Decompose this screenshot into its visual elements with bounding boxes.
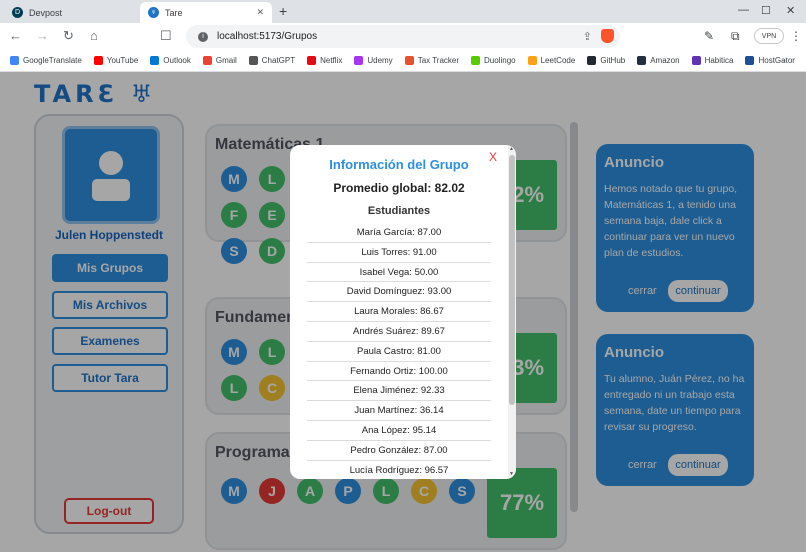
- modal-scroll-thumb[interactable]: [509, 155, 515, 405]
- student-row: Lucía Rodríguez: 96.57: [307, 461, 491, 479]
- student-row: Laura Morales: 86.67: [307, 302, 491, 322]
- bookmark-icon[interactable]: ☐: [160, 28, 172, 44]
- bookmark-item[interactable]: HostGator: [745, 56, 795, 65]
- bookmark-item[interactable]: Udemy: [354, 56, 393, 65]
- minimize-button[interactable]: —: [738, 4, 749, 16]
- share-icon[interactable]: ⇪: [583, 30, 592, 43]
- bookmark-label: Udemy: [367, 56, 393, 65]
- bookmark-label: Duolingo: [484, 56, 516, 65]
- bookmark-favicon-icon: [248, 56, 258, 65]
- bookmark-favicon-icon: [10, 56, 19, 65]
- address-bar[interactable]: i localhost:5173/Grupos ⇪: [186, 25, 620, 48]
- bookmark-favicon-icon: [93, 56, 103, 65]
- address-text: localhost:5173/Grupos: [217, 31, 318, 42]
- devpost-icon: D: [12, 7, 23, 18]
- student-row: Isabel Vega: 50.00: [307, 263, 491, 283]
- student-row: Andrés Suárez: 89.67: [307, 322, 491, 342]
- bookmarks-more-icon[interactable]: ›: [783, 55, 786, 66]
- group-info-modal: X Información del Grupo Promedio global:…: [290, 145, 516, 479]
- modal-title: Información del Grupo: [329, 157, 469, 172]
- bookmark-favicon-icon: [637, 56, 647, 65]
- bookmark-label: LeetCode: [540, 56, 576, 65]
- tab-title: Devpost: [29, 7, 63, 18]
- bookmark-label: ChatGPT: [261, 56, 296, 65]
- tab-tare[interactable]: ♅ Tare ✕: [140, 2, 272, 23]
- bookmark-label: Tax Tracker: [417, 56, 460, 65]
- bookmark-favicon-icon: [745, 56, 755, 65]
- bookmark-item[interactable]: Habitica: [691, 56, 734, 65]
- tab-title: Tare: [165, 7, 183, 18]
- home-icon[interactable]: ⌂: [90, 28, 98, 44]
- maximize-button[interactable]: ☐: [761, 4, 771, 17]
- student-row: Paula Castro: 81.00: [307, 342, 491, 362]
- student-row: Elena Jiménez: 92.33: [307, 381, 491, 402]
- student-row: Juan Martínez: 36.14: [307, 401, 491, 421]
- bookmark-favicon-icon: [354, 56, 364, 65]
- modal-scrollbar[interactable]: ▲ ▼: [508, 145, 516, 479]
- bookmark-item[interactable]: YouTube: [93, 56, 139, 65]
- bookmark-item[interactable]: Duolingo: [471, 56, 516, 65]
- students-heading: Estudiantes: [367, 205, 431, 217]
- close-tab-icon[interactable]: ✕: [256, 7, 264, 18]
- scroll-up-icon[interactable]: ▲: [509, 146, 514, 152]
- bookmark-favicon-icon: [471, 56, 481, 65]
- student-row: María García: 87.00: [307, 223, 491, 243]
- close-window-button[interactable]: ✕: [786, 4, 795, 17]
- bookmark-favicon-icon: [307, 56, 317, 65]
- bookmark-item[interactable]: Outlook: [150, 56, 191, 65]
- extensions-icon[interactable]: ⧉: [731, 29, 740, 44]
- scroll-down-icon[interactable]: ▼: [509, 471, 514, 477]
- bookmark-item[interactable]: Gmail: [202, 56, 237, 65]
- pen-icon[interactable]: ✎: [704, 29, 714, 43]
- bookmark-favicon-icon: [587, 56, 597, 65]
- bookmark-label: GoogleTranslate: [23, 56, 82, 65]
- bookmark-item[interactable]: ChatGPT: [248, 56, 296, 65]
- bookmark-item[interactable]: LeetCode: [527, 56, 576, 65]
- bookmark-item[interactable]: Netflix: [307, 56, 342, 65]
- menu-icon[interactable]: ⋮: [790, 29, 802, 43]
- bookmark-item[interactable]: Tax Tracker: [404, 56, 460, 65]
- bookmark-favicon-icon: [202, 56, 212, 65]
- bookmark-favicon-icon: [404, 56, 414, 65]
- bookmark-favicon-icon: [691, 56, 701, 65]
- bookmark-item[interactable]: GitHub: [587, 56, 625, 65]
- new-tab-button[interactable]: +: [279, 3, 287, 19]
- bookmark-favicon-icon: [527, 56, 537, 65]
- bookmark-label: Amazon: [650, 56, 680, 65]
- student-row: Luis Torres: 91.00: [307, 243, 491, 263]
- student-row: Ana López: 95.14: [307, 421, 491, 441]
- bookmark-label: Habitica: [704, 56, 734, 65]
- bookmark-label: HostGator: [758, 56, 795, 65]
- brave-shield-icon[interactable]: [601, 29, 614, 43]
- bookmark-label: Outlook: [163, 56, 191, 65]
- bookmark-label: Netflix: [320, 56, 343, 65]
- global-average: Promedio global: 82.02: [333, 181, 465, 195]
- browser-tab-bar: D Devpost ♅ Tare ✕ + — ☐ ✕: [0, 0, 806, 23]
- browser-toolbar: ← → ↻ ⌂ ☐ i localhost:5173/Grupos ⇪ ✎ ⧉ …: [0, 23, 806, 50]
- students-list: María García: 87.00 Luis Torres: 91.00 Isa…: [307, 223, 491, 479]
- bookmark-label: Gmail: [215, 56, 237, 65]
- vpn-button[interactable]: VPN: [754, 28, 784, 44]
- student-row: Fernando Ortiz: 100.00: [307, 362, 491, 382]
- bookmarks-bar: GoogleTranslate YouTube Outlook Gmail ChatGP…: [0, 50, 806, 72]
- tab-devpost[interactable]: D Devpost: [4, 2, 138, 23]
- forward-icon[interactable]: →: [36, 28, 49, 44]
- student-row: David Domínguez: 93.00: [307, 282, 491, 303]
- bookmark-label: GitHub: [600, 56, 626, 65]
- student-row: Pedro González: 87.00: [307, 441, 491, 461]
- bookmark-favicon-icon: [150, 56, 160, 65]
- bookmark-item[interactable]: GoogleTranslate: [10, 56, 82, 65]
- back-icon[interactable]: ←: [9, 28, 22, 44]
- tare-icon: ♅: [148, 7, 159, 18]
- bookmark-label: YouTube: [106, 56, 139, 65]
- reload-icon[interactable]: ↻: [63, 28, 74, 44]
- bookmark-item[interactable]: Amazon: [637, 56, 680, 65]
- site-info-icon[interactable]: i: [198, 31, 208, 42]
